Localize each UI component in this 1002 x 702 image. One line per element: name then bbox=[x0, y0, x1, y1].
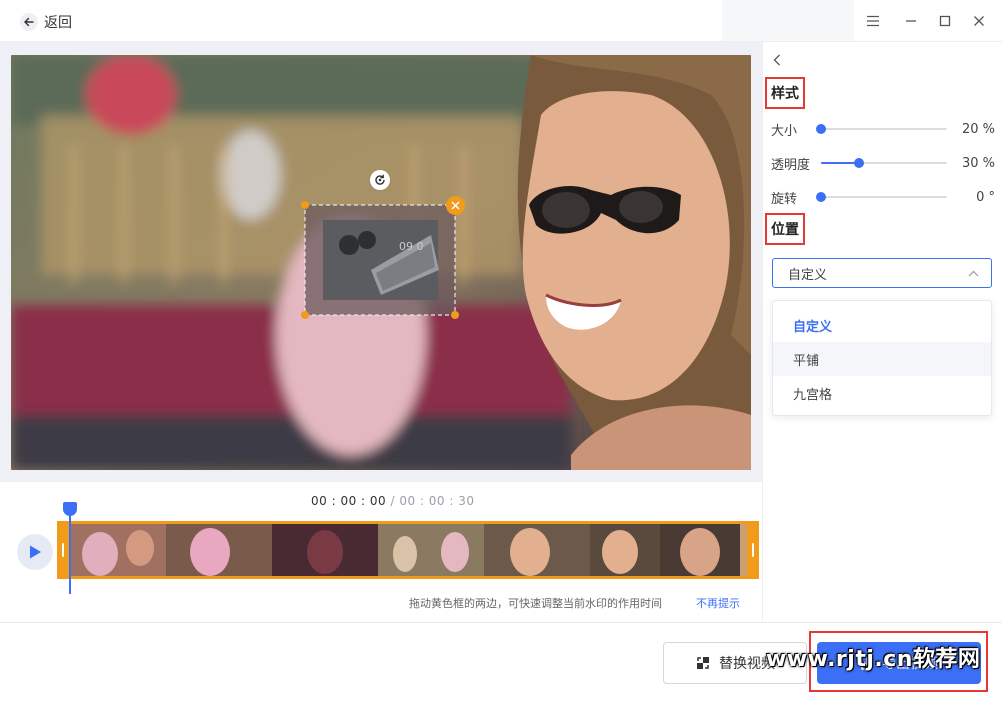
trim-handle-right[interactable] bbox=[747, 521, 759, 579]
total-time: 00 : 00 : 30 bbox=[399, 494, 475, 508]
rotation-slider-row: 旋转 0 ° bbox=[771, 187, 995, 207]
size-slider-row: 大小 20 % bbox=[771, 119, 995, 139]
position-option-custom[interactable]: 自定义 bbox=[773, 308, 991, 342]
playhead-handle[interactable] bbox=[63, 502, 77, 516]
position-select-value: 自定义 bbox=[788, 267, 828, 283]
size-slider-thumb[interactable] bbox=[816, 124, 826, 134]
play-button[interactable] bbox=[17, 534, 53, 570]
timecode: 00 : 00 : 00 / 00 : 00 : 30 bbox=[311, 494, 475, 508]
remove-watermark-icon[interactable] bbox=[446, 196, 465, 215]
rotation-value: 0 ° bbox=[976, 189, 995, 205]
position-select[interactable]: 自定义 bbox=[772, 258, 992, 288]
preview-area: 09 0 bbox=[0, 42, 762, 482]
timeline-hint: 拖动黄色框的两边，可快速调整当前水印的作用时间 bbox=[409, 597, 662, 610]
arrow-left-icon bbox=[20, 13, 38, 31]
chevron-up-icon bbox=[968, 270, 979, 276]
rotation-slider-thumb[interactable] bbox=[816, 192, 826, 202]
rotation-label: 旋转 bbox=[771, 191, 798, 207]
opacity-slider-thumb[interactable] bbox=[853, 158, 864, 168]
minimize-icon[interactable] bbox=[900, 10, 922, 32]
chevron-left-icon bbox=[773, 54, 780, 66]
timeline-area: 00 : 00 : 00 / 00 : 00 : 30 拖动黄色框的两边，可快速… bbox=[0, 482, 762, 622]
menu-icon[interactable] bbox=[862, 10, 884, 32]
resize-handle-bottom-right[interactable] bbox=[450, 310, 460, 320]
position-option-tile[interactable]: 平铺 bbox=[773, 342, 991, 376]
opacity-slider[interactable] bbox=[821, 158, 947, 168]
play-icon bbox=[30, 545, 41, 559]
resize-handle-top-left[interactable] bbox=[300, 200, 310, 210]
collapse-panel-button[interactable] bbox=[769, 52, 785, 68]
replace-icon bbox=[697, 657, 709, 669]
rotation-slider[interactable] bbox=[816, 192, 947, 202]
maximize-icon[interactable] bbox=[934, 10, 956, 32]
style-section-title: 样式 bbox=[765, 77, 805, 109]
resize-handle-bottom-left[interactable] bbox=[300, 310, 310, 320]
position-option-grid[interactable]: 九宫格 bbox=[773, 376, 991, 410]
opacity-label: 透明度 bbox=[771, 157, 811, 173]
close-icon[interactable] bbox=[968, 10, 990, 32]
current-time: 00 : 00 : 00 bbox=[311, 494, 387, 508]
trim-handle-left[interactable] bbox=[57, 521, 69, 579]
title-bar: 返回 bbox=[0, 0, 1002, 42]
back-button[interactable]: 返回 bbox=[20, 12, 72, 32]
dismiss-hint-link[interactable]: 不再提示 bbox=[696, 595, 740, 611]
size-slider[interactable] bbox=[816, 124, 947, 134]
titlebar-gap bbox=[722, 0, 854, 41]
size-value: 20 % bbox=[961, 121, 995, 137]
video-preview: 09 0 bbox=[11, 55, 751, 470]
settings-panel: 样式 大小 20 % 透明度 30 % 旋转 0 ° 位置 自定义 自定义 平铺… bbox=[762, 42, 1002, 622]
opacity-value: 30 % bbox=[961, 155, 995, 171]
size-label: 大小 bbox=[771, 123, 798, 139]
svg-text:09 0: 09 0 bbox=[399, 240, 424, 253]
back-label: 返回 bbox=[44, 15, 72, 31]
site-watermark: www.rjtj.cn软荐网 bbox=[766, 647, 981, 672]
video-frame-strip[interactable] bbox=[57, 521, 759, 579]
position-dropdown: 自定义 平铺 九宫格 bbox=[772, 300, 992, 416]
playhead-line bbox=[69, 510, 71, 594]
opacity-slider-row: 透明度 30 % bbox=[771, 153, 995, 173]
rotate-icon[interactable] bbox=[370, 170, 390, 190]
position-section-title: 位置 bbox=[765, 213, 805, 245]
